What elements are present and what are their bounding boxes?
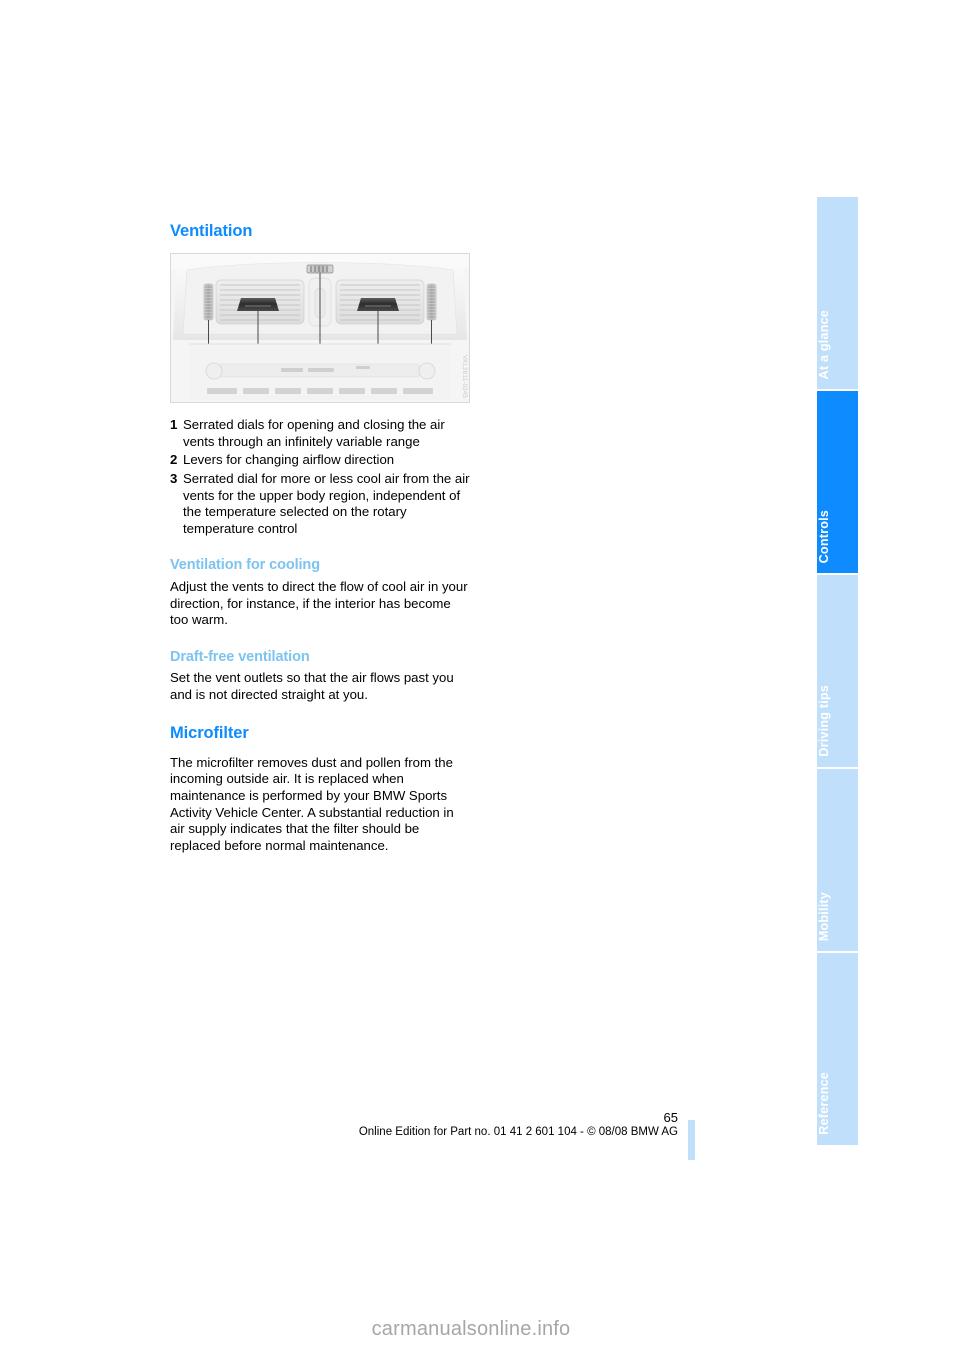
legend-item: 2 Levers for changing airflow direction: [170, 452, 470, 469]
tab-mobility[interactable]: Mobility: [817, 768, 858, 952]
section-heading-ventilation-for-cooling: Ventilation for cooling: [170, 557, 320, 574]
tab-controls[interactable]: Controls: [817, 390, 858, 574]
legend-item: 3 Serrated dial for more or less cool ai…: [170, 471, 470, 537]
tab-reference[interactable]: Reference: [817, 952, 858, 1146]
section-body-microfilter: The microfilter removes dust and pollen …: [170, 754, 454, 853]
legend-number: 3: [170, 470, 178, 486]
imprint-line: Online Edition for Part no. 01 41 2 601 …: [358, 1126, 678, 1138]
tab-label: At a glance: [817, 309, 831, 379]
content-column: Ventilation VKL2611-0245 1 Serrated dial…: [170, 222, 470, 874]
legend-item: 1 Serrated dials for opening and closing…: [170, 417, 470, 450]
footer-accent-bar: [688, 1120, 695, 1160]
legend-text: Serrated dials for opening and closing t…: [183, 417, 445, 449]
manual-page: Ventilation VKL2611-0245 1 Serrated dial…: [0, 0, 960, 1358]
legend-text: Serrated dial for more or less cool air …: [183, 470, 470, 536]
tab-at-a-glance[interactable]: At a glance: [817, 196, 858, 390]
section-heading-draft-free-ventilation: Draft-free ventilation: [170, 648, 310, 665]
tab-label: Mobility: [817, 891, 831, 941]
ventilation-diagram-figure: 1 2 3 2 1: [170, 253, 470, 404]
figure-credit: VKL2611-0245: [461, 354, 467, 399]
tab-driving-tips[interactable]: Driving tips: [817, 574, 858, 768]
tab-label: Controls: [817, 509, 831, 563]
site-watermark: carmanualsonline.info: [371, 1318, 571, 1340]
page-footer: 65 Online Edition for Part no. 01 41 2 6…: [0, 1110, 700, 1139]
tab-label: Reference: [817, 1072, 831, 1135]
page-number: 65: [663, 1110, 678, 1125]
figure-legend: 1 Serrated dials for opening and closing…: [170, 417, 470, 537]
ventilation-diagram-image: 1 2 3 2 1: [171, 254, 469, 403]
legend-number: 2: [170, 452, 178, 468]
tab-label: Driving tips: [817, 685, 831, 757]
section-body-ventilation-for-cooling: Adjust the vents to direct the flow of c…: [170, 578, 468, 628]
legend-number: 1: [170, 417, 178, 433]
legend-text: Levers for changing airflow direction: [183, 452, 395, 468]
page-title: Ventilation: [170, 222, 253, 240]
section-body-draft-free-ventilation: Set the vent outlets so that the air flo…: [170, 670, 454, 703]
section-heading-microfilter: Microfilter: [170, 723, 249, 742]
section-tab-rail: At a glance Controls Driving tips Mobili…: [817, 196, 858, 1158]
